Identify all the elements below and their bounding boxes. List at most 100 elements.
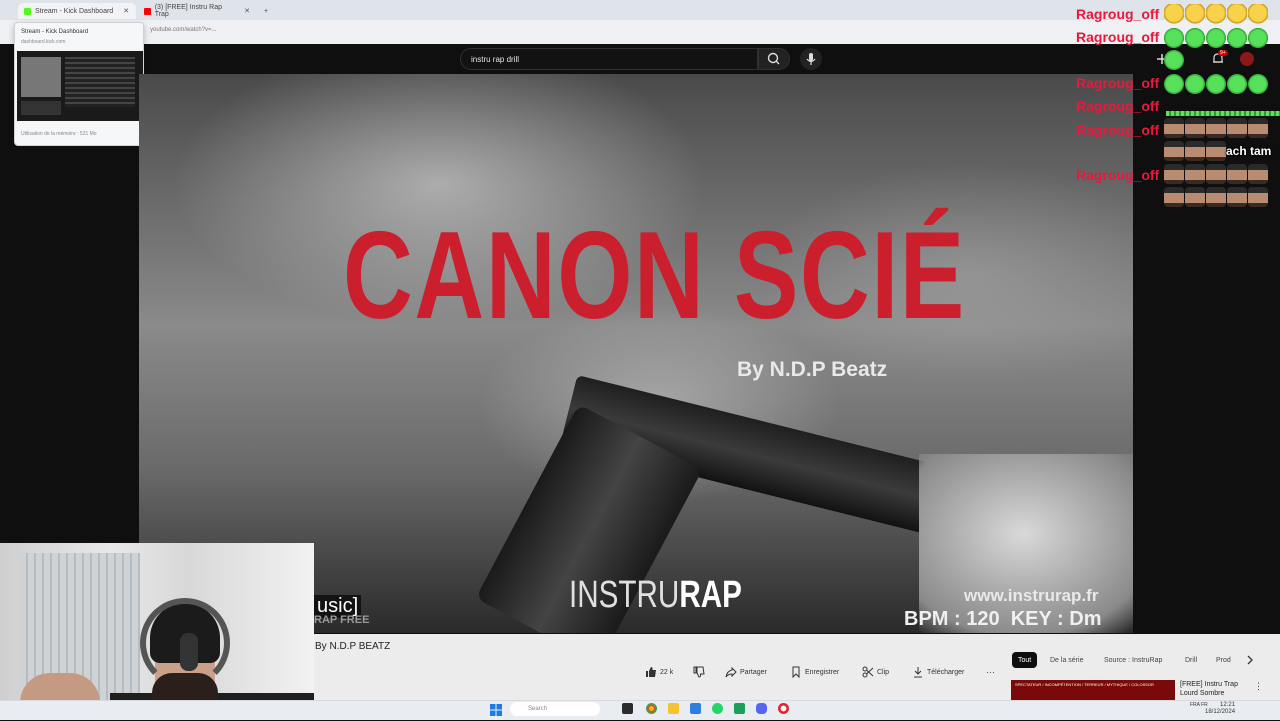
chips-next-button[interactable]: [1244, 653, 1256, 667]
emote-icon: [1206, 4, 1226, 24]
emote-row: [1164, 74, 1269, 94]
tab-kick-dashboard[interactable]: Stream - Kick Dashboard ✕: [18, 3, 136, 19]
related-video-thumbnail[interactable]: SPECTATEUR / INCOMPÉTENTION / TERREUR / …: [1011, 680, 1175, 700]
clock-time: 12:21: [1220, 702, 1236, 708]
video-overlay-title: CANON SCIÉ: [343, 207, 966, 345]
search-box[interactable]: [460, 48, 758, 70]
emote-icon: [1185, 187, 1205, 207]
mail-icon[interactable]: [690, 703, 701, 714]
hover-card-title: Stream - Kick Dashboard: [21, 29, 89, 35]
share-label: Partager: [740, 668, 767, 676]
tab-hover-card: Stream - Kick Dashboard dashboard.kick.c…: [14, 22, 144, 146]
chip-series[interactable]: De la série: [1044, 652, 1089, 668]
tab-label: Stream - Kick Dashboard: [35, 7, 114, 15]
bookmark-icon: [792, 666, 800, 678]
instrurap-logo: INSTRURAP: [569, 574, 742, 617]
youtube-icon: [144, 7, 151, 15]
video-overlay-bpm-key: BPM : 120 KEY : Dm: [904, 608, 1101, 631]
emote-icon: [1185, 74, 1205, 94]
search-input[interactable]: [471, 49, 741, 69]
notifications-button[interactable]: 9+: [1208, 50, 1228, 68]
chat-username: Ragroug_off: [1076, 122, 1160, 138]
emote-icon: [1206, 141, 1226, 161]
emote-icon: [1185, 4, 1205, 24]
share-button[interactable]: Partager: [725, 665, 767, 679]
emote-row: [1164, 118, 1269, 138]
tab-label: (3) [FREE] Instru Rap Trap: [154, 4, 222, 18]
chat-message-text: ach tam: [1226, 144, 1272, 158]
key-text: KEY : Dm: [1010, 608, 1102, 630]
whatsapp-icon[interactable]: [712, 703, 723, 714]
address-text: youtube.com/watch?v=...: [150, 27, 217, 33]
emote-icon: [1227, 28, 1247, 48]
emote-icon: [1185, 141, 1205, 161]
dislike-button[interactable]: [693, 665, 705, 679]
chip-drill[interactable]: Drill: [1179, 652, 1203, 668]
download-button[interactable]: Télécharger: [912, 665, 964, 679]
emote-icon: [1164, 187, 1184, 207]
emote-icon: [1206, 118, 1226, 138]
clock[interactable]: 12:21 18/12/2024: [1205, 702, 1235, 716]
channel-line: By N.D.P BEATZ: [315, 641, 391, 652]
related-thumb-text: SPECTATEUR / INCOMPÉTENTION / TERREUR / …: [1015, 682, 1154, 687]
emote-icon: [1206, 187, 1226, 207]
more-icon: ···: [986, 667, 995, 677]
close-icon[interactable]: ✕: [244, 7, 250, 15]
share-icon: [725, 666, 737, 678]
video-overlay-url: www.instrurap.fr: [964, 586, 1099, 605]
download-label: Télécharger: [927, 668, 965, 676]
clock-date: 18/12/2024: [1205, 709, 1236, 715]
chat-username: Ragroug_off: [1076, 98, 1160, 114]
emote-icon: [1227, 4, 1247, 24]
clip-button[interactable]: Clip: [862, 665, 889, 679]
emote-icon: [1206, 74, 1226, 94]
search-button[interactable]: [758, 48, 790, 70]
chrome-icon[interactable]: [646, 703, 657, 714]
caption-under-text: RAP FREE: [314, 614, 370, 626]
clip-label: Clip: [877, 668, 890, 676]
app-icon[interactable]: [734, 703, 745, 714]
tab-youtube-video[interactable]: (3) [FREE] Instru Rap Trap ✕: [138, 3, 256, 19]
thumbs-down-icon: [693, 666, 705, 678]
voice-search-button[interactable]: [800, 48, 822, 70]
chip-source[interactable]: Source : InstruRap: [1098, 652, 1168, 668]
emote-icon: [1248, 118, 1268, 138]
avatar[interactable]: [1240, 52, 1254, 66]
emote-icon: [1227, 118, 1247, 138]
plus-icon: +: [264, 7, 269, 15]
chip-all[interactable]: Tout: [1012, 652, 1038, 668]
start-button[interactable]: [490, 703, 502, 716]
emote-icon: [1164, 164, 1184, 184]
new-tab-button[interactable]: +: [258, 3, 274, 19]
emote-row: [1164, 28, 1269, 48]
related-more-icon[interactable]: ⋮: [1254, 681, 1263, 692]
emote-icon: [1164, 141, 1184, 161]
windows-icon: [490, 704, 502, 716]
more-actions-button[interactable]: ···: [986, 665, 995, 679]
opera-icon[interactable]: [778, 703, 789, 714]
related-video-title[interactable]: [FREE] Instru Trap Lourd Sombre: [1180, 680, 1250, 698]
emote-icon: [1248, 74, 1268, 94]
hover-card-memory: Utilisation de la mémoire : 521 Mo: [21, 131, 97, 137]
webcam-overlay: [0, 543, 314, 720]
emote-icon: [1164, 74, 1184, 94]
file-explorer-icon[interactable]: [622, 703, 633, 714]
discord-icon[interactable]: [756, 703, 767, 714]
like-button[interactable]: 22 k: [645, 665, 673, 679]
emote-icon: [1185, 28, 1205, 48]
save-label: Enregistrer: [805, 668, 840, 676]
emote-icon: [1185, 164, 1205, 184]
chat-username: Ragroug_off: [1076, 6, 1160, 22]
folder-icon[interactable]: [668, 703, 679, 714]
save-button[interactable]: Enregistrer: [790, 665, 839, 679]
emote-icon: [1248, 28, 1268, 48]
chat-username: Ragroug_off: [1076, 167, 1160, 183]
emote-icon: [1227, 74, 1247, 94]
close-icon[interactable]: ✕: [123, 7, 129, 15]
emote-bar: [1166, 111, 1280, 116]
taskbar-search[interactable]: Search: [510, 702, 600, 716]
video-overlay-producer: By N.D.P Beatz: [737, 358, 888, 381]
page-background-right: [1133, 210, 1280, 634]
kick-icon: [24, 7, 31, 15]
chip-prod[interactable]: Prod: [1210, 652, 1236, 668]
